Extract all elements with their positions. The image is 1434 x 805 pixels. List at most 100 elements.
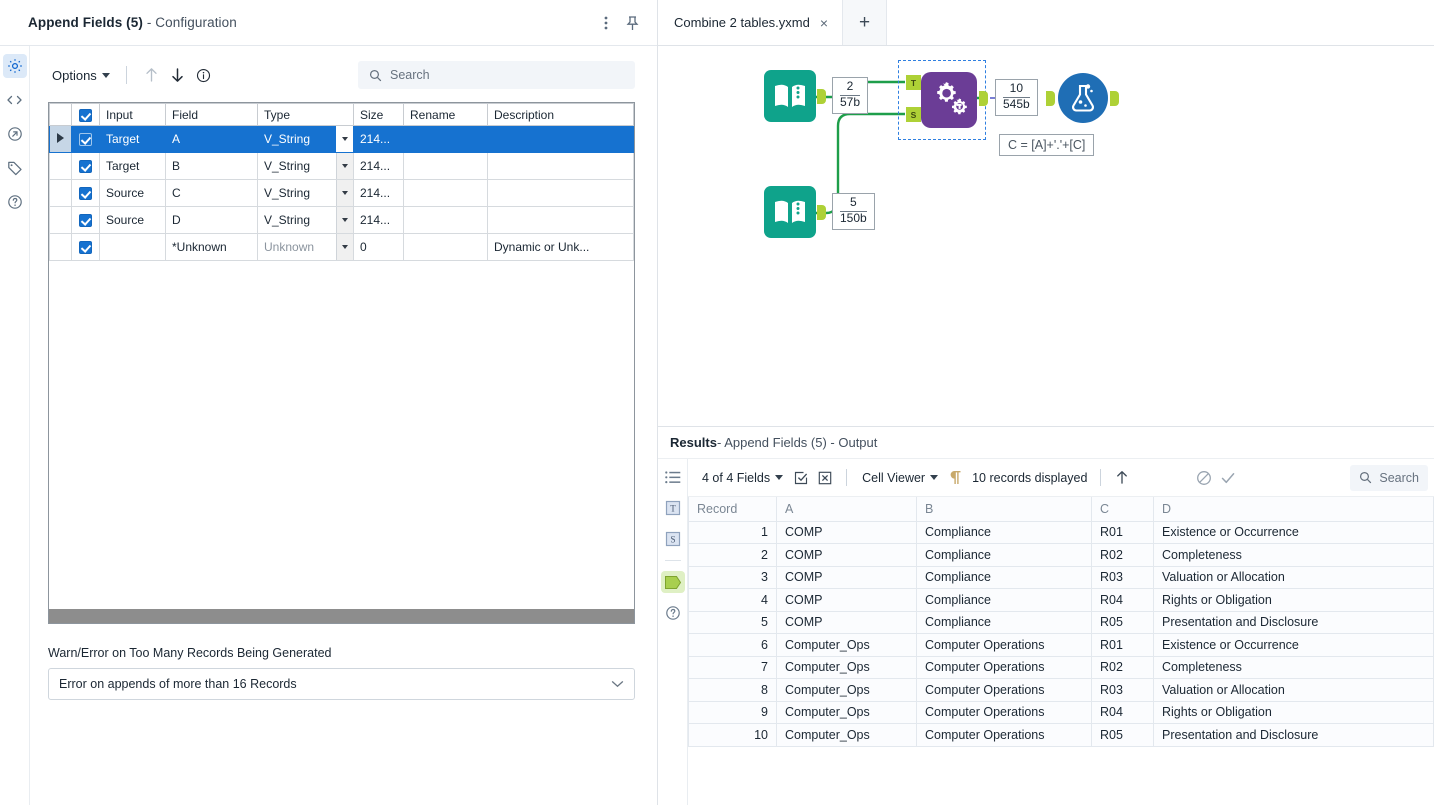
type-dropdown-button[interactable]	[336, 126, 353, 152]
browse-output-connector[interactable]	[1110, 91, 1119, 106]
workflow-canvas[interactable]: 2 57b 5 150b T S 10 545b C = [A]+'.'+[C]	[658, 46, 1434, 426]
output-connector-append[interactable]	[979, 91, 988, 106]
table-row[interactable]: 4 COMP Compliance R04 Rights or Obligati…	[688, 588, 1434, 612]
row-checkbox-cell[interactable]	[71, 179, 100, 207]
cell-description[interactable]: Dynamic or Unk...	[487, 233, 634, 261]
arrow-up-icon[interactable]	[1110, 466, 1134, 490]
table-row[interactable]: 8 Computer_Ops Computer Operations R03 V…	[688, 678, 1434, 702]
row-checkbox-cell[interactable]	[71, 206, 100, 234]
move-down-button[interactable]	[165, 62, 191, 88]
cell-type[interactable]: V_String	[257, 179, 354, 207]
cell-viewer-selector[interactable]: Cell Viewer	[856, 468, 944, 488]
code-icon[interactable]	[3, 88, 27, 112]
row-checkbox[interactable]	[79, 160, 92, 174]
deselect-all-fields-button[interactable]	[813, 466, 837, 490]
row-checkbox[interactable]	[79, 187, 92, 201]
output-marker-icon[interactable]	[660, 571, 685, 593]
browse-input-connector[interactable]	[1046, 91, 1055, 106]
select-all-checkbox[interactable]	[79, 108, 92, 122]
move-up-button[interactable]	[139, 62, 165, 88]
output-connector-2[interactable]	[817, 205, 826, 220]
cell-description[interactable]	[487, 206, 634, 234]
cell-rename[interactable]	[403, 152, 488, 180]
cell-description[interactable]	[487, 179, 634, 207]
table-row[interactable]: *Unknown Unknown 0 Dynamic or Unk...	[49, 233, 634, 261]
options-button[interactable]: Options	[48, 66, 114, 85]
no-entry-icon[interactable]	[1192, 466, 1216, 490]
row-checkbox-cell[interactable]	[71, 125, 100, 153]
fields-selector[interactable]: 4 of 4 Fields	[696, 468, 789, 488]
input-s-icon[interactable]: S	[661, 528, 685, 550]
header-select-all[interactable]	[71, 103, 100, 126]
pilcrow-icon[interactable]	[944, 466, 968, 490]
input-connector-s[interactable]: S	[906, 107, 921, 122]
input-data-tool-1[interactable]	[764, 70, 816, 122]
pin-icon[interactable]	[619, 10, 645, 36]
record-size-3: 545b	[1003, 96, 1030, 111]
gear-icon[interactable]	[2, 54, 27, 78]
table-row[interactable]: 1 COMP Compliance R01 Existence or Occur…	[688, 520, 1434, 544]
row-checkbox[interactable]	[79, 241, 92, 255]
arrow-circle-icon[interactable]	[3, 122, 27, 146]
warn-error-select[interactable]: Error on appends of more than 16 Records	[48, 668, 635, 700]
row-checkbox-cell[interactable]	[71, 233, 100, 261]
results-header-record[interactable]: Record	[688, 497, 777, 522]
cell-type[interactable]: V_String	[257, 206, 354, 234]
table-row[interactable]: 9 Computer_Ops Computer Operations R04 R…	[688, 700, 1434, 724]
help-circle-icon[interactable]	[661, 602, 685, 624]
cell-description[interactable]	[487, 125, 634, 153]
type-dropdown-button[interactable]	[336, 153, 353, 179]
append-fields-tool[interactable]	[921, 72, 977, 128]
list-icon[interactable]	[661, 466, 685, 488]
cell-rename[interactable]	[403, 125, 488, 153]
row-checkbox-cell[interactable]	[71, 152, 100, 180]
row-checkbox[interactable]	[79, 214, 92, 228]
table-row[interactable]: 6 Computer_Ops Computer Operations R01 E…	[688, 633, 1434, 657]
cell-rename[interactable]	[403, 233, 488, 261]
kebab-menu-icon[interactable]	[593, 10, 619, 36]
cell-type[interactable]: V_String	[257, 152, 354, 180]
configuration-title-sub: - Configuration	[142, 15, 237, 30]
type-dropdown-button[interactable]	[336, 207, 353, 233]
header-type: Type	[257, 103, 354, 126]
table-row[interactable]: 3 COMP Compliance R03 Valuation or Alloc…	[688, 565, 1434, 589]
table-row[interactable]: Source D V_String 214...	[49, 206, 634, 234]
cell-type[interactable]: V_String	[257, 125, 354, 153]
table-row[interactable]: Source C V_String 214...	[49, 179, 634, 207]
new-tab-button[interactable]: +	[843, 0, 888, 45]
table-row[interactable]: 5 COMP Compliance R05 Presentation and D…	[688, 610, 1434, 634]
row-checkbox[interactable]	[79, 133, 92, 147]
type-dropdown-button[interactable]	[336, 180, 353, 206]
select-all-fields-button[interactable]	[789, 466, 813, 490]
table-row[interactable]: 10 Computer_Ops Computer Operations R05 …	[688, 723, 1434, 747]
cell-field: D	[165, 206, 258, 234]
check-icon[interactable]	[1216, 466, 1240, 490]
results-header-d[interactable]: D	[1153, 497, 1434, 522]
results-header-a[interactable]: A	[776, 497, 917, 522]
cell-rename[interactable]	[403, 206, 488, 234]
tag-icon[interactable]	[3, 156, 27, 180]
results-grid-wrapper[interactable]: Record A B C D 1 COMP Compliance R01 Exi…	[688, 497, 1434, 805]
table-row[interactable]: 7 Computer_Ops Computer Operations R02 C…	[688, 655, 1434, 679]
input-data-tool-2[interactable]	[764, 186, 816, 238]
table-row[interactable]: Target B V_String 214...	[49, 152, 634, 180]
results-search-input[interactable]: Search	[1350, 464, 1428, 491]
output-connector-1[interactable]	[817, 89, 826, 104]
input-t-icon[interactable]: T	[661, 497, 685, 519]
browse-tool[interactable]	[1058, 73, 1108, 123]
info-icon[interactable]	[191, 62, 217, 88]
close-icon[interactable]: ×	[820, 16, 828, 30]
cell-description[interactable]	[487, 152, 634, 180]
table-row[interactable]: 2 COMP Compliance R02 Completeness	[688, 543, 1434, 567]
cell-rename[interactable]	[403, 179, 488, 207]
results-header-b[interactable]: B	[916, 497, 1092, 522]
help-circle-icon[interactable]	[3, 190, 27, 214]
formula-annotation[interactable]: C = [A]+'.'+[C]	[999, 134, 1095, 156]
cell-type[interactable]: Unknown	[257, 233, 354, 261]
table-row[interactable]: Target A V_String 214...	[49, 125, 634, 153]
results-header-c[interactable]: C	[1091, 497, 1154, 522]
input-connector-t[interactable]: T	[906, 75, 921, 90]
type-dropdown-button[interactable]	[336, 234, 353, 260]
tab-combine-2-tables[interactable]: Combine 2 tables.yxmd ×	[658, 0, 844, 45]
search-input[interactable]: Search	[358, 61, 635, 89]
